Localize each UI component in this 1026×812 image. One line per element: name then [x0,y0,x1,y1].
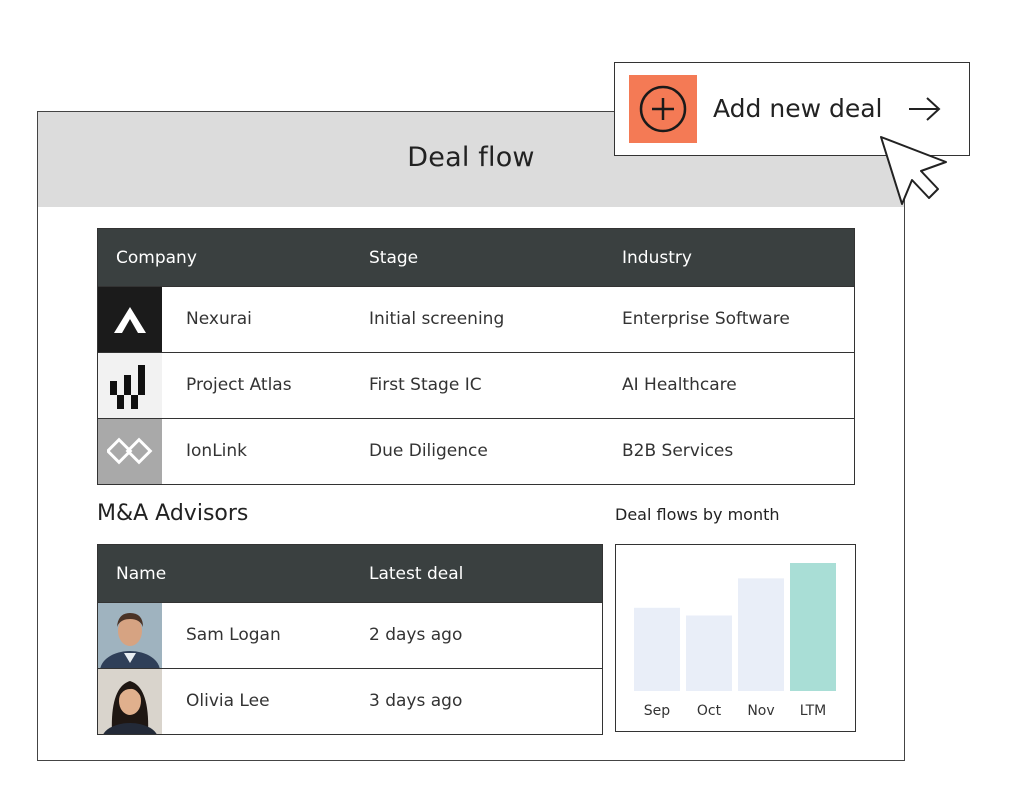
deal-stage: Due Diligence [369,441,488,461]
column-header-industry[interactable]: Industry [622,248,692,268]
deals-table-header: Company Stage Industry [98,229,854,286]
advisor-name: Olivia Lee [186,691,270,711]
deal-flows-chart: Sep Oct Nov LTM [615,544,856,732]
add-new-deal-label: Add new deal [713,94,883,123]
deal-stage: Initial screening [369,309,505,329]
bar-oct [686,615,732,691]
industry: Enterprise Software [622,309,790,329]
column-header-latest-deal[interactable]: Latest deal [369,564,463,584]
latest-deal: 2 days ago [369,625,463,645]
avatar [98,669,162,734]
industry: B2B Services [622,441,734,461]
deals-table: Company Stage Industry Nexurai Initial s… [97,228,855,485]
company-name: Project Atlas [186,375,292,395]
table-row[interactable]: Project Atlas First Stage IC AI Healthca… [98,352,854,418]
advisors-title: M&A Advisors [97,501,249,526]
tick-label-ltm: LTM [800,703,827,719]
avatar [98,603,162,668]
plus-circle-icon [639,85,687,133]
bar-sep [634,607,680,691]
table-row[interactable]: Nexurai Initial screening Enterprise Sof… [98,286,854,352]
bar-ltm [790,563,836,691]
table-row[interactable]: Olivia Lee 3 days ago [98,668,602,734]
ionlink-logo [98,419,162,484]
column-header-name[interactable]: Name [116,564,166,584]
bar-chart: Sep Oct Nov LTM [634,563,836,719]
advisors-table-header: Name Latest deal [98,545,602,602]
atlas-logo [98,353,162,418]
column-header-company[interactable]: Company [116,248,197,268]
tick-label-nov: Nov [747,703,774,719]
chart-title: Deal flows by month [615,505,780,524]
deal-stage: First Stage IC [369,375,482,395]
bar-nov [738,578,784,691]
arrow-right-icon [909,97,941,121]
table-row[interactable]: Sam Logan 2 days ago [98,602,602,668]
company-name: Nexurai [186,309,252,329]
column-header-stage[interactable]: Stage [369,248,418,268]
tick-label-sep: Sep [644,703,671,719]
industry: AI Healthcare [622,375,737,395]
nexurai-logo [98,287,162,352]
advisor-name: Sam Logan [186,625,281,645]
mouse-cursor-icon [880,136,947,205]
advisors-table: Name Latest deal Sam Logan 2 days ago Ol… [97,544,603,735]
add-icon-box [629,75,697,143]
tick-label-oct: Oct [697,703,722,719]
table-row[interactable]: IonLink Due Diligence B2B Services [98,418,854,484]
latest-deal: 3 days ago [369,691,463,711]
company-name: IonLink [186,441,248,461]
